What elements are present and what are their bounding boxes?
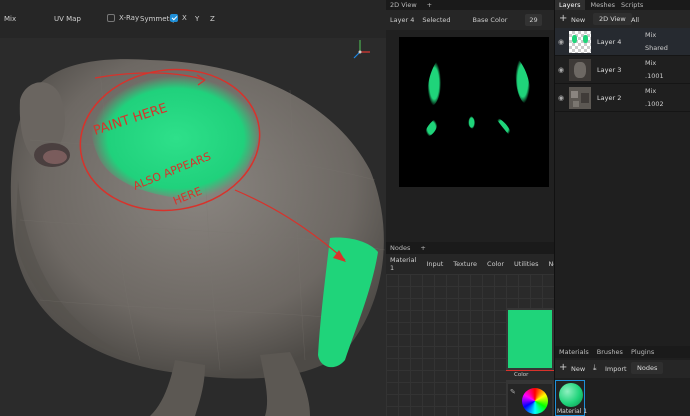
tab-materials[interactable]: Materials	[559, 348, 589, 356]
menu-utilities[interactable]: Utilities	[514, 260, 538, 268]
layer-thumbnail	[569, 59, 591, 81]
panel-materials: Materials Brushes Plugins + New ⤓ Import…	[554, 346, 690, 416]
selection-select[interactable]: Selected	[422, 16, 450, 24]
materials-toolbar: + New ⤓ Import Nodes	[555, 360, 690, 378]
layer-blend-mode[interactable]: Mix	[645, 87, 656, 95]
import-icon[interactable]: ⤓	[593, 363, 597, 373]
color-node-swatch	[508, 310, 552, 368]
menu-texture[interactable]: Texture	[453, 260, 477, 268]
new-material-button[interactable]: New	[571, 365, 585, 373]
nodes-button[interactable]: Nodes	[631, 362, 664, 374]
channel-select[interactable]: Base Color	[473, 16, 508, 24]
eye-icon[interactable]: ◉	[558, 66, 564, 74]
eye-icon[interactable]: ◉	[558, 94, 564, 102]
tabbar-nodes: Nodes +	[386, 242, 554, 254]
uv-island-bottom-left	[425, 119, 438, 137]
menu-input[interactable]: Input	[426, 260, 443, 268]
material-preview	[559, 383, 583, 407]
uv-canvas[interactable]	[399, 37, 549, 187]
material-name: Material 1	[557, 408, 588, 415]
color-node-label: Color	[514, 372, 529, 378]
viewport-3d[interactable]: PAINT HERE ALSO APPEARS HERE Mix UV Map …	[0, 0, 386, 416]
layer-opacity[interactable]: .1001	[645, 72, 664, 80]
uv-island-bottom-right	[495, 117, 512, 137]
add-tab-button[interactable]: +	[420, 244, 425, 252]
layer-thumbnail	[569, 31, 591, 53]
import-button[interactable]: Import	[605, 365, 627, 373]
symmetry-x-toggle[interactable]: X	[170, 14, 187, 22]
uv-island-center	[468, 116, 476, 129]
color-picker[interactable]: ✎	[508, 384, 552, 416]
menu-color[interactable]: Color	[487, 260, 504, 268]
eyedropper-icon[interactable]: ✎	[510, 388, 516, 396]
tabbar-2d: 2D View +	[386, 0, 554, 10]
layer-thumbnail	[569, 87, 591, 109]
uv-map-select[interactable]: UV Map	[54, 15, 81, 23]
add-icon[interactable]: +	[559, 13, 567, 24]
layer-opacity[interactable]: Shared	[645, 44, 668, 52]
xray-toggle[interactable]: X-Ray	[107, 14, 139, 22]
nodes-menu: Material 1 Input Texture Color Utilities…	[386, 254, 561, 274]
viewport-toolbar: Mix UV Map X-Ray Symmetry X Y Z	[0, 0, 386, 38]
layers-toolbar: + New 2D View All	[555, 10, 690, 30]
blend-mode-select[interactable]: Mix	[4, 15, 16, 23]
creature-model[interactable]: PAINT HERE ALSO APPEARS HERE	[0, 0, 386, 416]
layer-row[interactable]: ◉ Layer 3 Mix .1001	[555, 56, 690, 84]
layer-opacity[interactable]: .1002	[645, 100, 664, 108]
view-2d-button[interactable]: 2D View	[593, 13, 632, 25]
symmetry-z-toggle[interactable]: Z	[210, 15, 215, 23]
tab-layers[interactable]: Layers	[555, 0, 585, 10]
layer-blend-mode[interactable]: Mix	[645, 31, 656, 39]
panel-nodes: Nodes + Material 1 Input Texture Color U…	[386, 242, 561, 416]
symmetry-y-toggle[interactable]: Y	[195, 15, 199, 23]
uv-island-right	[515, 57, 531, 104]
color-wheel[interactable]	[522, 388, 548, 414]
symmetry-x-label: X	[182, 14, 187, 22]
menu-material[interactable]: Material 1	[390, 256, 416, 272]
layer-select[interactable]: Layer 4	[390, 16, 414, 24]
tab-brushes[interactable]: Brushes	[597, 348, 623, 356]
all-layers-button[interactable]: All	[631, 16, 639, 24]
color-node[interactable]: Color ✎	[506, 308, 554, 416]
material-slot[interactable]: Material 1	[555, 380, 588, 416]
layer-name: Layer 2	[597, 94, 622, 102]
panel-layers: Layers Meshes Scripts + New 2D View All …	[554, 0, 690, 346]
xray-checkbox[interactable]	[107, 14, 115, 22]
toolbar-2d: Layer 4 Selected Base Color 29	[386, 10, 554, 30]
panel-2d-view: 2D View + Layer 4 Selected Base Color 29	[386, 0, 554, 242]
eye-icon[interactable]: ◉	[558, 38, 564, 46]
add-icon[interactable]: +	[559, 362, 567, 373]
tab-plugins[interactable]: Plugins	[631, 348, 654, 356]
tab-nodes[interactable]: Nodes	[390, 244, 410, 252]
layer-blend-mode[interactable]: Mix	[645, 59, 656, 67]
layer-name: Layer 3	[597, 66, 622, 74]
tab-meshes[interactable]: Meshes	[591, 1, 616, 9]
tabbar-layers: Layers Meshes Scripts	[555, 0, 690, 10]
symmetry-x-checkbox[interactable]	[170, 14, 178, 22]
layer-row[interactable]: ◉ Layer 4 Mix Shared	[555, 28, 690, 56]
color-node-header: Color	[506, 370, 554, 380]
add-tab-button[interactable]: +	[427, 1, 432, 9]
axis-gizmo[interactable]	[353, 40, 370, 59]
uv-island-left	[427, 61, 441, 106]
xray-label: X-Ray	[119, 14, 140, 22]
layer-name: Layer 4	[597, 38, 622, 46]
layer-row[interactable]: ◉ Layer 2 Mix .1002	[555, 84, 690, 112]
texture-size-field[interactable]: 29	[525, 14, 542, 26]
tab-2d-view[interactable]: 2D View	[390, 1, 417, 9]
new-layer-button[interactable]: New	[571, 16, 585, 24]
tab-scripts[interactable]: Scripts	[621, 1, 643, 9]
tabbar-materials: Materials Brushes Plugins	[555, 346, 690, 358]
